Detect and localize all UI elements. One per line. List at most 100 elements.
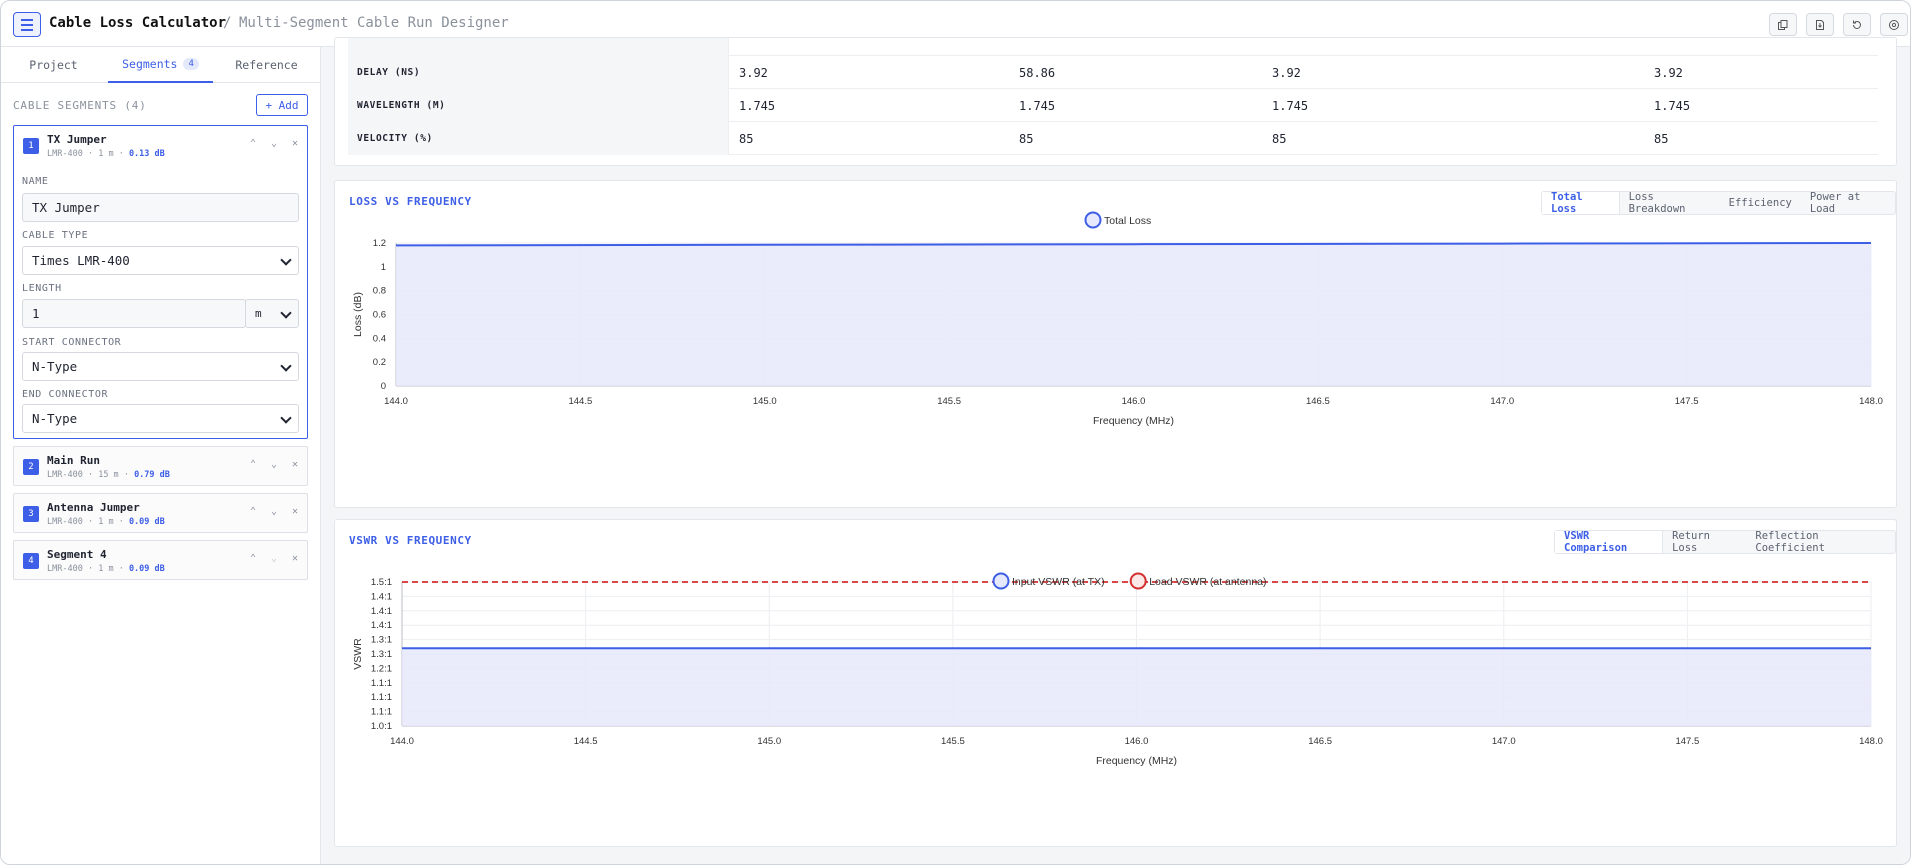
table-cell: 58.86	[1019, 65, 1056, 80]
length-unit-select[interactable]: m	[245, 299, 299, 328]
y-tick-label: 0.4	[373, 333, 386, 344]
close-icon[interactable]: ✕	[289, 553, 301, 564]
move-up-icon[interactable]: ⌃	[247, 506, 259, 517]
meta-separator: ·	[118, 149, 124, 159]
segment-cable: LMR-400	[47, 470, 83, 480]
start-connector-value: N-Type	[32, 359, 78, 374]
start-connector-label: START CONNECTOR	[22, 337, 122, 348]
start-connector-select[interactable]: N-Type	[22, 352, 299, 381]
table-row: VELOCITY (%) 85 85 85 85	[348, 122, 1878, 155]
table-row-partial	[348, 38, 1878, 56]
sidebar: Project Segments 4 Reference CABLE SEGMEN…	[1, 47, 321, 864]
segment-length: 15 m	[98, 470, 119, 480]
y-tick-label: 1.3:1	[371, 649, 392, 660]
segment-meta: LMR-400 · 15 m · 0.79 dB	[47, 470, 170, 480]
table-cell: 85	[739, 131, 754, 146]
close-icon[interactable]: ✕	[289, 506, 301, 517]
length-input[interactable]: 1	[22, 299, 246, 328]
y-tick-label: 1.1:1	[371, 678, 392, 689]
x-tick-label: 145.0	[753, 396, 777, 407]
reset-icon[interactable]	[1843, 13, 1871, 36]
table-cell: 85	[1272, 131, 1287, 146]
end-connector-value: N-Type	[32, 411, 78, 426]
y-tick-label: 0	[381, 381, 386, 392]
segment-name: Segment 4	[47, 548, 107, 561]
meta-separator: ·	[87, 564, 94, 574]
table-cell: 3.92	[739, 65, 768, 80]
tab-label: Segments	[122, 57, 178, 71]
segment-count-badge: 4	[183, 58, 199, 70]
y-tick-label: 1.1:1	[371, 707, 392, 718]
vswr-chart-svg: 1.0:1 1.1:1 1.1:1 1.1:1 1.2:1 1.3:1 1.3:1 1.4:1…	[352, 572, 1883, 767]
segment-cable: LMR-400	[47, 517, 83, 527]
x-tick-label: 144.5	[574, 736, 598, 747]
move-down-icon[interactable]: ⌄	[268, 506, 280, 517]
meta-separator: ·	[123, 470, 129, 480]
close-icon[interactable]: ✕	[289, 138, 301, 149]
y-tick-label: 1.2	[373, 238, 386, 249]
segment-card[interactable]: 1 TX Jumper LMR-400 · 1 m · 0.13 dB ⌃ ⌄ …	[13, 125, 308, 439]
segment-number: 3	[23, 506, 39, 522]
segment-card[interactable]: 3 Antenna Jumper LMR-400 · 1 m · 0.09 dB…	[13, 493, 308, 533]
segment-name: Antenna Jumper	[47, 501, 140, 514]
meta-separator: ·	[118, 517, 124, 527]
series-area	[402, 648, 1871, 726]
cable-type-select[interactable]: Times LMR-400	[22, 246, 299, 275]
cable-type-value: Times LMR-400	[32, 253, 130, 268]
help-icon[interactable]	[1880, 13, 1908, 36]
end-connector-select[interactable]: N-Type	[22, 404, 299, 433]
close-icon[interactable]: ✕	[289, 459, 301, 470]
table-cell: 1.745	[739, 98, 776, 113]
segment-length: 1 m	[98, 517, 114, 527]
copy-icon[interactable]	[1769, 13, 1797, 36]
move-down-icon[interactable]: ⌄	[268, 459, 280, 470]
export-icon[interactable]	[1806, 13, 1834, 36]
app-title: Cable Loss Calculator	[49, 15, 227, 31]
move-down-icon[interactable]: ⌄	[268, 138, 280, 149]
tab-project[interactable]: Project	[1, 47, 106, 83]
tab-segments[interactable]: Segments 4	[108, 47, 213, 83]
segment-name: TX Jumper	[47, 133, 107, 146]
meta-separator: ·	[118, 564, 124, 574]
table-row-label	[348, 38, 729, 56]
segment-card[interactable]: 2 Main Run LMR-400 · 15 m · 0.79 dB ⌃ ⌄ …	[13, 446, 308, 486]
y-tick-label: 1.0:1	[371, 721, 392, 732]
segment-loss: 0.09 dB	[128, 517, 165, 527]
x-tick-label: 147.5	[1675, 396, 1699, 407]
menu-icon[interactable]	[13, 12, 41, 37]
app-subtitle: Multi-Segment Cable Run Designer	[239, 15, 509, 31]
main-panel: DELAY (NS) 3.92 58.86 3.92 3.92 WAVELENG…	[321, 37, 1910, 864]
y-tick-label: 0.2	[373, 357, 386, 368]
legend-marker	[992, 572, 1010, 590]
segment-card[interactable]: 4 Segment 4 LMR-400 · 1 m · 0.09 dB ⌃ ⌄ …	[13, 540, 308, 580]
table-row: WAVELENGTH (M) 1.745 1.745 1.745 1.745	[348, 89, 1878, 122]
add-segment-button[interactable]: + Add	[256, 94, 308, 116]
x-axis-label: Frequency (MHz)	[1096, 755, 1177, 767]
chevron-down-icon	[280, 254, 292, 266]
x-tick-label: 146.0	[1122, 396, 1146, 407]
meta-separator: ·	[87, 470, 94, 480]
move-down-icon: ⌄	[270, 553, 278, 564]
name-input[interactable]: TX Jumper	[22, 193, 299, 222]
name-label: NAME	[22, 176, 49, 187]
tab-reference[interactable]: Reference	[214, 47, 319, 83]
table-cell: 85	[1654, 131, 1669, 146]
legend-label: Input VSWR (at TX)	[1012, 576, 1105, 588]
length-label: LENGTH	[22, 283, 62, 294]
chevron-down-icon	[280, 307, 292, 319]
y-tick-label: 0.6	[373, 310, 386, 321]
x-axis-label: Frequency (MHz)	[1093, 415, 1174, 427]
meta-separator: ·	[87, 517, 94, 527]
move-up-icon[interactable]: ⌃	[247, 553, 259, 564]
end-connector-label: END CONNECTOR	[22, 389, 109, 400]
segment-length: 1 m	[98, 149, 114, 159]
vswr-chart-card: VSWR VS FREQUENCY VSWR Comparison Return…	[334, 519, 1897, 847]
length-unit-value: m	[255, 307, 262, 320]
move-up-icon[interactable]: ⌃	[247, 138, 259, 149]
segment-number: 1	[23, 138, 39, 154]
y-tick-label: 0.8	[373, 286, 386, 297]
x-tick-label: 148.0	[1859, 396, 1883, 407]
segment-number: 2	[23, 459, 39, 475]
x-tick-label: 145.0	[757, 736, 781, 747]
move-up-icon[interactable]: ⌃	[247, 459, 259, 470]
